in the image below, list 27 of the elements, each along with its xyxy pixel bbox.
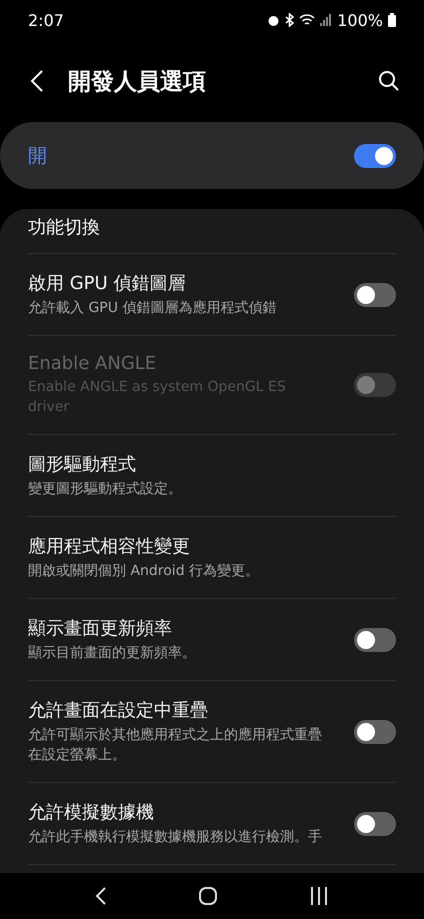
setting-description: Enable ANGLE as system OpenGL ES driver <box>28 378 287 417</box>
status-time: 2:07 <box>28 10 64 30</box>
setting-description: 變更圖形驅動程式設定。 <box>28 480 183 499</box>
setting-title[interactable]: 允許模擬數據機 <box>28 800 328 824</box>
setting-description: 允許可顯示於其他應用程式之上的應用程式重疊在設定螢幕上。 <box>28 726 323 765</box>
battery-icon <box>388 13 396 27</box>
setting-description: 允許載入 GPU 偵錯圖層為應用程式偵錯 <box>28 299 278 318</box>
toggle-switch[interactable] <box>354 628 396 652</box>
toggle-switch[interactable] <box>354 720 396 744</box>
wifi-icon <box>299 14 316 26</box>
setting-title[interactable]: 顯示畫面更新頻率 <box>28 616 328 640</box>
setting-title[interactable]: 圖形驅動程式 <box>28 452 328 476</box>
battery-percent: 100% <box>337 10 383 30</box>
master-label: 開 <box>28 144 47 168</box>
section-title: 功能切換 <box>28 209 396 254</box>
page-title: 開發人員選項 <box>68 68 207 96</box>
toggle-switch[interactable] <box>354 812 396 836</box>
setting-description: 允許此手機執行模擬數據機服務以進行檢測。手 <box>28 828 323 847</box>
setting-title[interactable]: 允許畫面在設定中重疊 <box>28 698 328 722</box>
toggle-switch[interactable] <box>354 144 396 168</box>
setting-title[interactable]: 啟用 GPU 偵錯圖層 <box>28 271 328 295</box>
setting-description: 顯示目前畫面的更新頻率。 <box>28 644 197 663</box>
signal-icon <box>320 14 332 26</box>
setting-title[interactable]: 應用程式相容性變更 <box>28 534 328 558</box>
bluetooth-icon <box>285 13 294 27</box>
setting-description: 開啟或關閉個別 Android 行為變更。 <box>28 562 260 581</box>
toggle-switch[interactable] <box>354 282 396 306</box>
